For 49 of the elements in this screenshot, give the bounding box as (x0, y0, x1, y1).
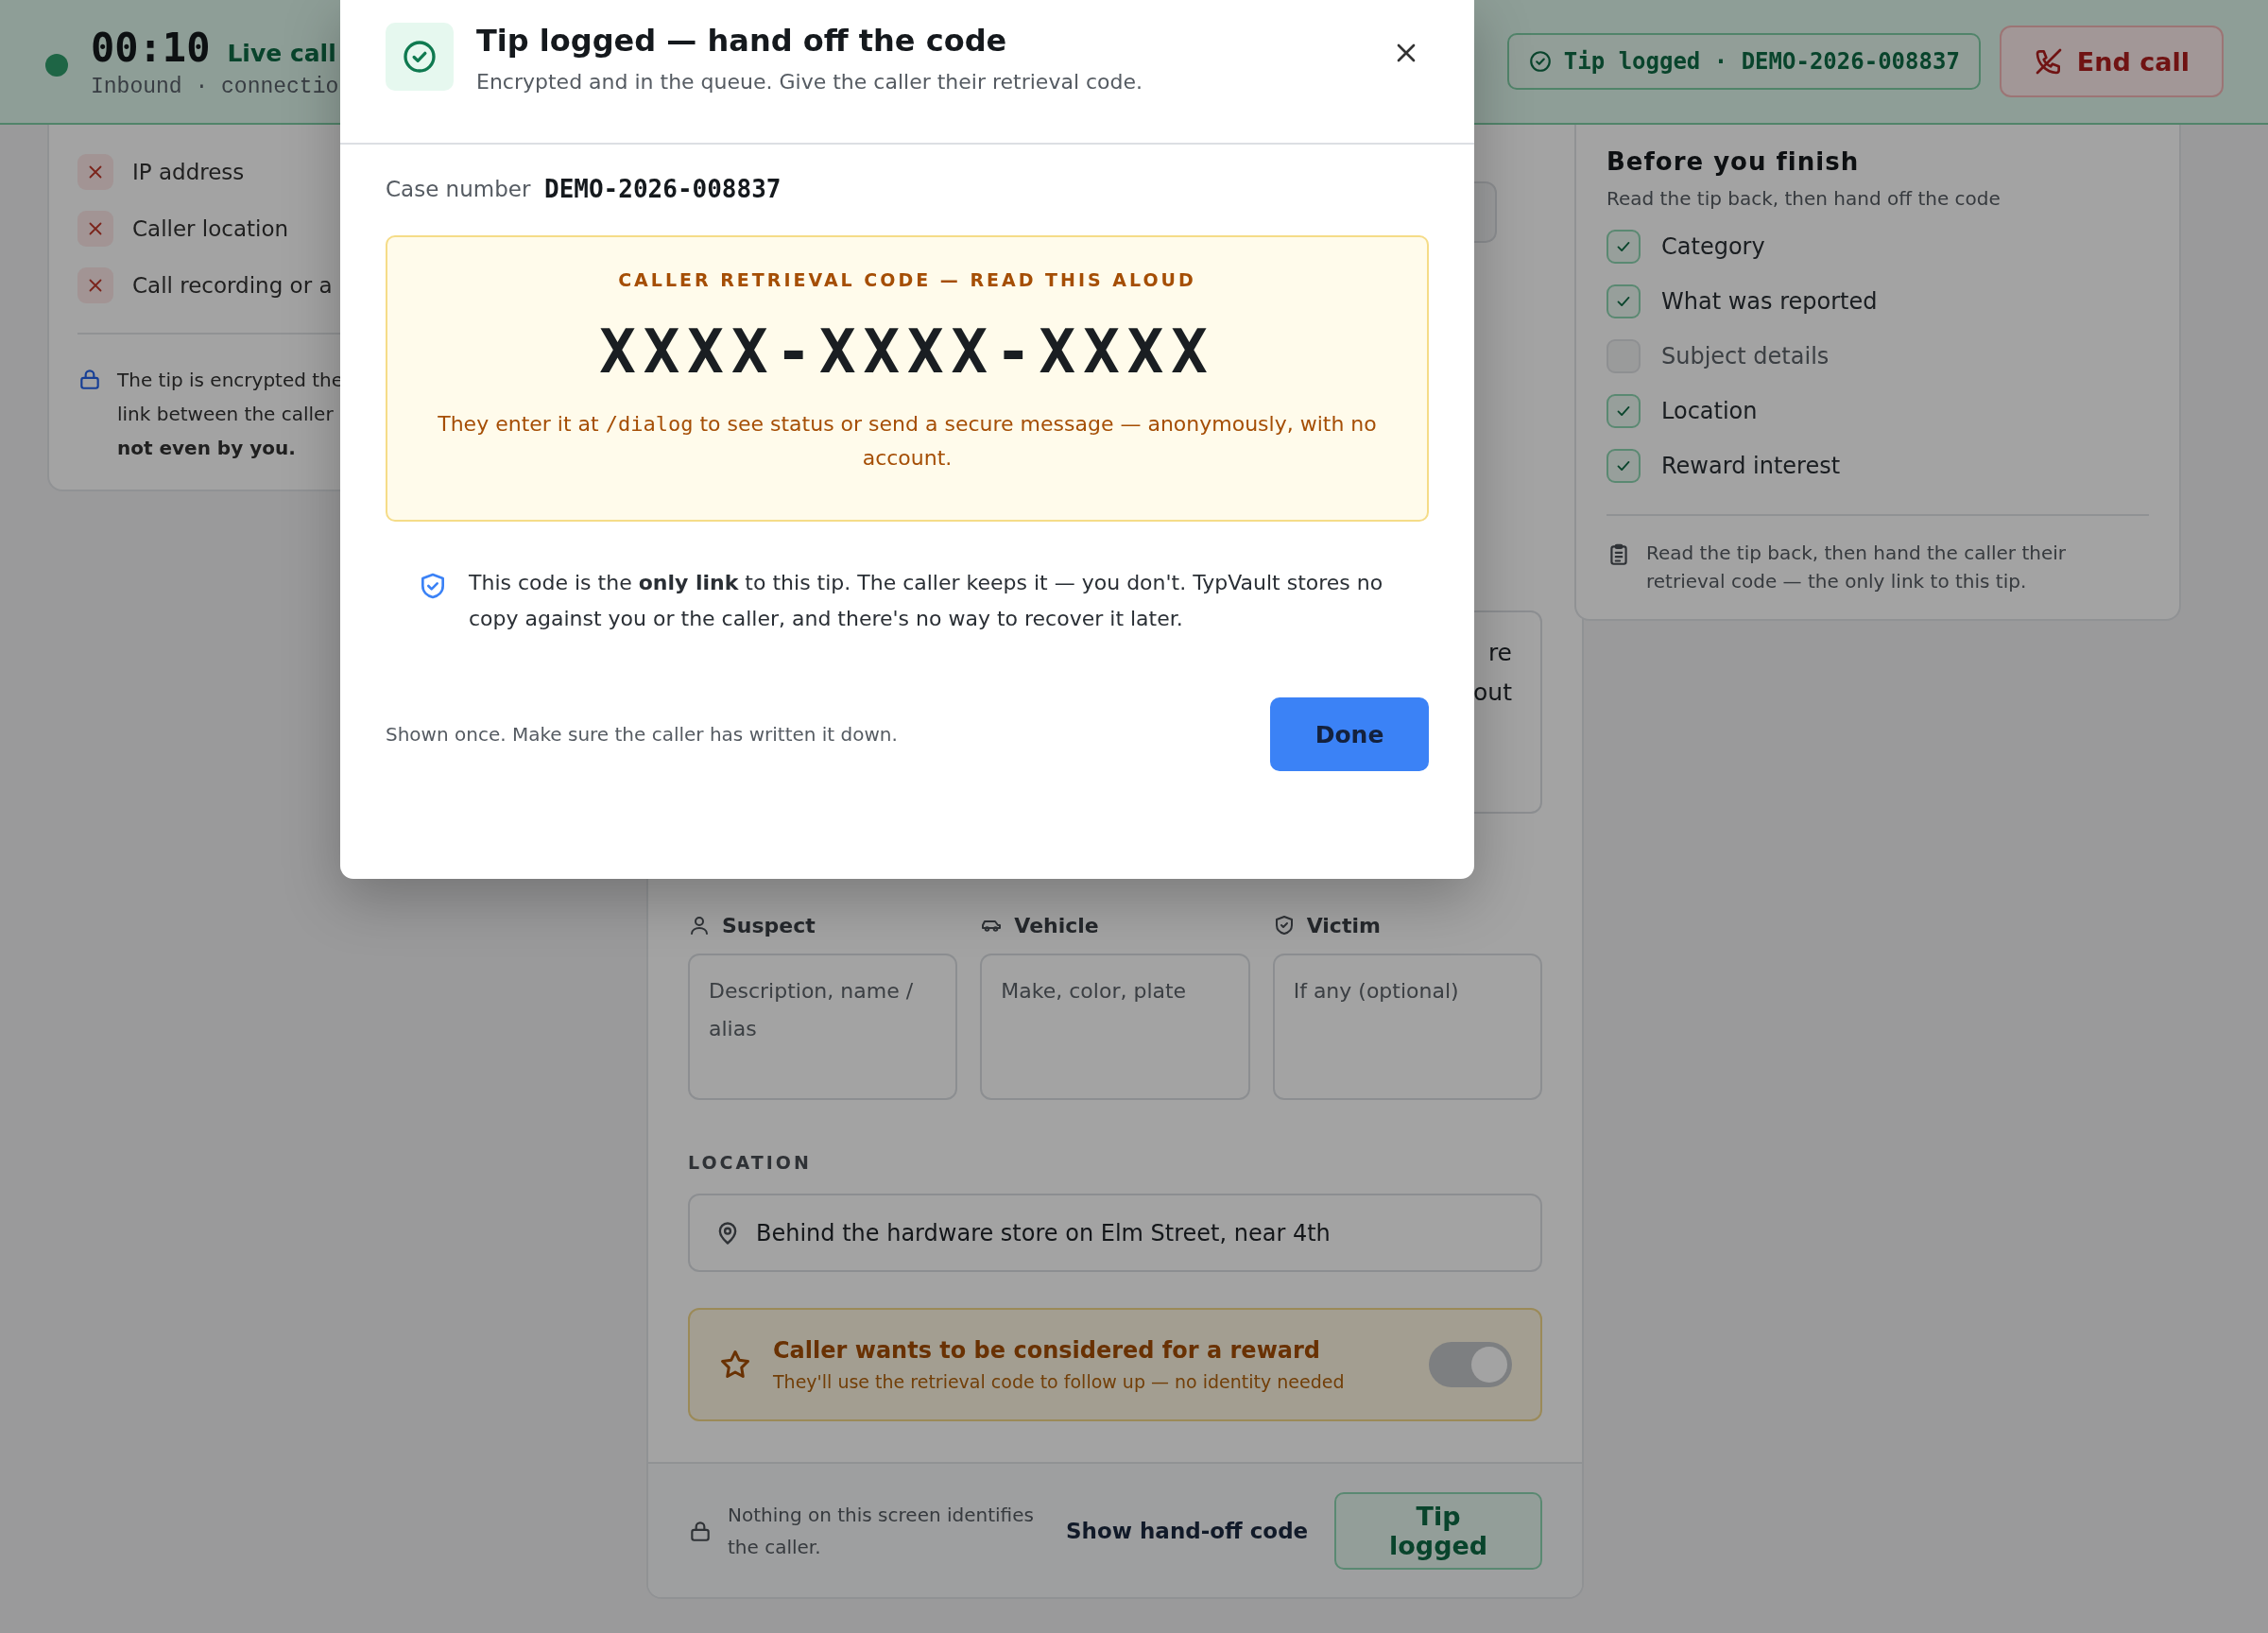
check-circle-icon (401, 38, 438, 76)
text-field[interactable]: Description, name / alias (688, 954, 958, 1100)
call-meta: Inbound · connectio (91, 74, 339, 99)
privacy-item-label: IP address (132, 160, 245, 184)
done-button[interactable]: Done (1270, 697, 1429, 771)
checkbox[interactable] (1606, 284, 1641, 318)
retrieval-code: XXXX-XXXX-XXXX (599, 317, 1215, 387)
case-number: DEMO-2026-008837 (544, 175, 782, 203)
field-label: Victim (1306, 913, 1381, 937)
privacy-item-label: Caller location (132, 216, 289, 241)
show-code-link[interactable]: Show hand-off code (1066, 1518, 1309, 1543)
case-number-label: Case number (386, 176, 532, 203)
dialog-title: Tip logged — hand off the code (476, 23, 1008, 59)
check-circle-icon (1527, 49, 1553, 74)
code-instructions: They enter it at /dialog to see status or send a secure message — anonymously, with no account. (437, 411, 1378, 472)
reward-subtitle: They'll use the retrieval code to follow up — no identity needed (773, 1371, 1346, 1392)
checklist-item-label: Reward interest (1661, 453, 1841, 479)
location-field[interactable]: Behind the hardware store on Elm Street, near 4th (688, 1194, 1542, 1272)
privacy-item-label: Call recording or a (132, 273, 333, 298)
privacy-note: Nothing on this screen identifies the caller. (728, 1502, 1035, 1560)
checkbox[interactable] (1606, 394, 1641, 428)
text-field[interactable]: If any (optional) (1272, 954, 1542, 1100)
dialog-subtitle: Encrypted and in the queue. Give the caller their retrieval code. (476, 70, 1144, 94)
reward-title: Caller wants to be considered for a reward (773, 1337, 1321, 1364)
text-field[interactable]: Make, color, plate (980, 954, 1250, 1100)
call-status: Live call (227, 39, 336, 67)
section-label: LOCATION (688, 1152, 813, 1173)
checklist-item-label: Subject details (1661, 343, 1830, 370)
reward-toggle[interactable] (1429, 1342, 1512, 1387)
tip-logged-badge: Tip logged · DEMO-2026-008837 (1506, 33, 1981, 90)
checkbox[interactable] (1606, 449, 1641, 483)
footer-note: Shown once. Make sure the caller has written it down. (386, 723, 898, 746)
live-indicator-dot (45, 54, 68, 77)
call-timer: 00:10 (91, 24, 211, 71)
checklist-item-label: What was reported (1661, 288, 1878, 315)
end-call-button[interactable]: End call (1999, 26, 2224, 97)
checklist-item-label: Category (1661, 233, 1765, 260)
checklist-subtitle: Read the tip back, then hand off the code (1606, 187, 2002, 210)
checklist-item-label: Location (1661, 398, 1758, 424)
code-warning: This code is the only link to this tip. The caller keeps it — you don't. TypVault stores no copy against you or the caller, and there's no way to recover it later. (469, 570, 1384, 632)
checklist-title: Before you finish (1606, 147, 1861, 176)
lock-icon (77, 367, 102, 391)
checklist-note: Read the tip back, then hand the caller their retrieval code — the only link to this tip. (1646, 541, 2068, 594)
tip-logged-button[interactable]: Tip logged (1334, 1491, 1542, 1570)
person-icon (688, 914, 711, 937)
checkbox[interactable] (1606, 230, 1641, 264)
field-label: Vehicle (1014, 913, 1099, 937)
field-label: Suspect (722, 913, 816, 937)
code-label: CALLER RETRIEVAL CODE — READ THIS ALOUD (618, 269, 1196, 290)
